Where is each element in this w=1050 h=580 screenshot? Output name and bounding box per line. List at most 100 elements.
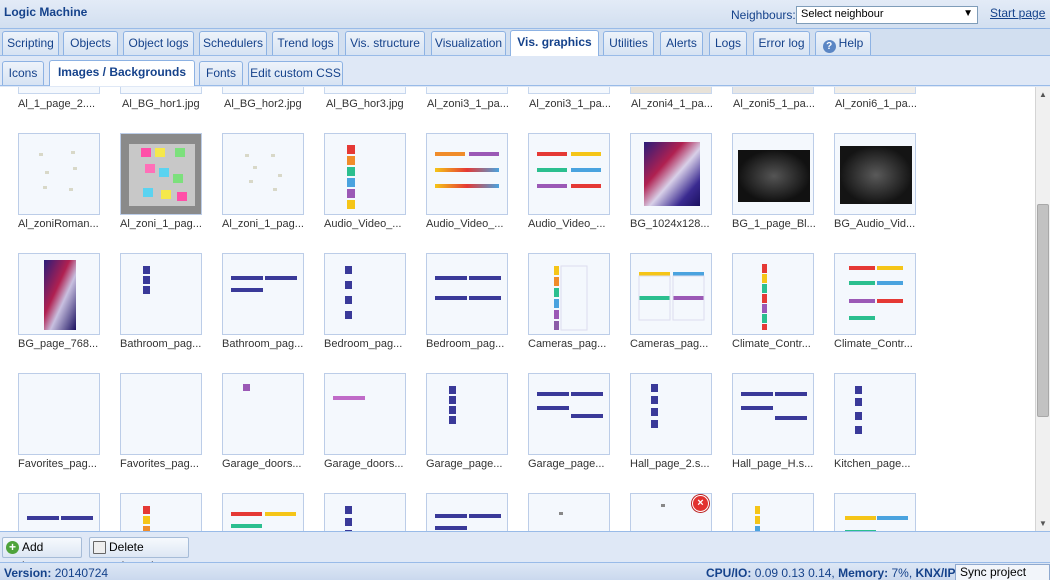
image-thumbnail[interactable] (732, 87, 814, 94)
image-thumbnail[interactable] (222, 133, 304, 215)
scrollbar-thumb[interactable] (1037, 204, 1049, 417)
image-thumbnail[interactable] (630, 373, 712, 455)
vertical-scrollbar[interactable]: ▲ ▼ (1035, 87, 1050, 531)
image-thumbnail[interactable] (324, 373, 406, 455)
tab-trend-logs[interactable]: Trend logs (272, 31, 339, 55)
image-thumbnail[interactable] (528, 493, 610, 531)
image-thumbnail[interactable] (426, 133, 508, 215)
tab-utilities[interactable]: Utilities (603, 31, 654, 55)
tab-scripting[interactable]: Scripting (2, 31, 59, 55)
image-tile[interactable]: × (630, 493, 730, 531)
image-tile[interactable]: Bedroom_pag... (324, 253, 424, 368)
image-tile[interactable]: Favorites_pag... (120, 373, 220, 488)
tab-logs[interactable]: Logs (709, 31, 747, 55)
image-thumbnail[interactable] (834, 133, 916, 215)
image-thumbnail[interactable] (18, 133, 100, 215)
image-tile[interactable] (834, 493, 934, 531)
image-thumbnail[interactable] (18, 493, 100, 531)
image-tile[interactable] (426, 493, 526, 531)
image-tile[interactable] (528, 493, 628, 531)
start-page-link[interactable]: Start page (990, 6, 1045, 20)
delete-image-icon[interactable]: × (693, 496, 708, 511)
image-thumbnail[interactable] (834, 493, 916, 531)
image-tile[interactable] (120, 493, 220, 531)
image-tile[interactable]: Bathroom_pag... (222, 253, 322, 368)
image-tile[interactable]: Climate_Contr... (834, 253, 934, 368)
tab-vis-structure[interactable]: Vis. structure (345, 31, 425, 55)
tab-visualization[interactable]: Visualization (431, 31, 506, 55)
image-thumbnail[interactable] (324, 253, 406, 335)
tab-help[interactable]: ? Help (815, 31, 871, 55)
image-tile[interactable]: Audio_Video_... (528, 133, 628, 248)
image-tile[interactable]: Hall_page_2.s... (630, 373, 730, 488)
image-tile[interactable]: BG_1_page_Bl... (732, 133, 832, 248)
image-tile[interactable] (732, 493, 832, 531)
image-thumbnail[interactable] (222, 253, 304, 335)
image-thumbnail[interactable] (630, 87, 712, 94)
image-thumbnail[interactable] (630, 133, 712, 215)
image-tile[interactable]: Audio_Video_... (426, 133, 526, 248)
image-tile[interactable]: Hall_page_H.s... (732, 373, 832, 488)
image-thumbnail[interactable] (426, 87, 508, 94)
image-thumbnail[interactable] (834, 253, 916, 335)
tab-error-log[interactable]: Error log (753, 31, 810, 55)
image-thumbnail[interactable] (120, 493, 202, 531)
image-tile[interactable]: BG_1024x128... (630, 133, 730, 248)
image-thumbnail[interactable] (222, 493, 304, 531)
image-tile[interactable]: Al_zoni_1_pag... (222, 133, 322, 248)
image-thumbnail[interactable] (324, 493, 406, 531)
image-tile[interactable]: Garage_doors... (324, 373, 424, 488)
subtab-edit-custom-css[interactable]: Edit custom CSS (248, 61, 343, 85)
image-tile[interactable]: Cameras_pag... (528, 253, 628, 368)
image-thumbnail[interactable] (120, 373, 202, 455)
tab-object-logs[interactable]: Object logs (123, 31, 194, 55)
subtab-fonts[interactable]: Fonts (199, 61, 243, 85)
image-tile[interactable] (324, 493, 424, 531)
subtab-icons[interactable]: Icons (2, 61, 44, 85)
scroll-up-icon[interactable]: ▲ (1039, 90, 1047, 99)
image-tile[interactable]: BG_page_768... (18, 253, 118, 368)
subtab-images-backgrounds[interactable]: Images / Backgrounds (49, 60, 195, 86)
image-thumbnail[interactable] (426, 253, 508, 335)
add-images-button[interactable]: + Add images (2, 537, 82, 573)
image-tile[interactable]: Al_zoniRoman... (18, 133, 118, 248)
image-tile[interactable]: Cameras_pag... (630, 253, 730, 368)
image-thumbnail[interactable] (120, 133, 202, 215)
delete-selected-button[interactable]: Delete selected (89, 537, 189, 573)
image-thumbnail[interactable] (18, 373, 100, 455)
tab-alerts[interactable]: Alerts (660, 31, 703, 55)
image-thumbnail[interactable] (732, 493, 814, 531)
image-thumbnail[interactable] (834, 373, 916, 455)
image-tile[interactable]: Kitchen_page... (834, 373, 934, 488)
image-tile[interactable]: Garage_doors... (222, 373, 322, 488)
image-thumbnail[interactable] (18, 253, 100, 335)
tab-objects[interactable]: Objects (63, 31, 118, 55)
image-tile[interactable] (222, 493, 322, 531)
image-tile[interactable]: Bedroom_pag... (426, 253, 526, 368)
image-tile[interactable]: Al_zoni_1_pag... (120, 133, 220, 248)
image-thumbnail[interactable] (222, 373, 304, 455)
tab-schedulers[interactable]: Schedulers (199, 31, 267, 55)
image-thumbnail[interactable] (630, 253, 712, 335)
image-thumbnail[interactable] (324, 133, 406, 215)
neighbour-select[interactable]: Select neighbour ▼ (796, 6, 978, 24)
image-thumbnail[interactable] (120, 87, 202, 94)
image-tile[interactable]: Audio_Video_... (324, 133, 424, 248)
image-thumbnail[interactable] (222, 87, 304, 94)
image-thumbnail[interactable] (426, 493, 508, 531)
image-thumbnail[interactable] (324, 87, 406, 94)
sync-project-data-button[interactable]: Sync project data (955, 564, 1050, 580)
image-tile[interactable] (18, 493, 118, 531)
image-thumbnail[interactable] (732, 253, 814, 335)
image-thumbnail[interactable] (426, 373, 508, 455)
image-thumbnail[interactable] (18, 87, 100, 94)
scroll-down-icon[interactable]: ▼ (1039, 519, 1047, 528)
image-thumbnail[interactable] (528, 253, 610, 335)
image-thumbnail[interactable] (732, 133, 814, 215)
image-tile[interactable]: Bathroom_pag... (120, 253, 220, 368)
image-tile[interactable]: Garage_page... (426, 373, 526, 488)
image-tile[interactable]: Climate_Contr... (732, 253, 832, 368)
image-tile[interactable]: Garage_page... (528, 373, 628, 488)
image-thumbnail[interactable] (834, 87, 916, 94)
image-thumbnail[interactable] (732, 373, 814, 455)
